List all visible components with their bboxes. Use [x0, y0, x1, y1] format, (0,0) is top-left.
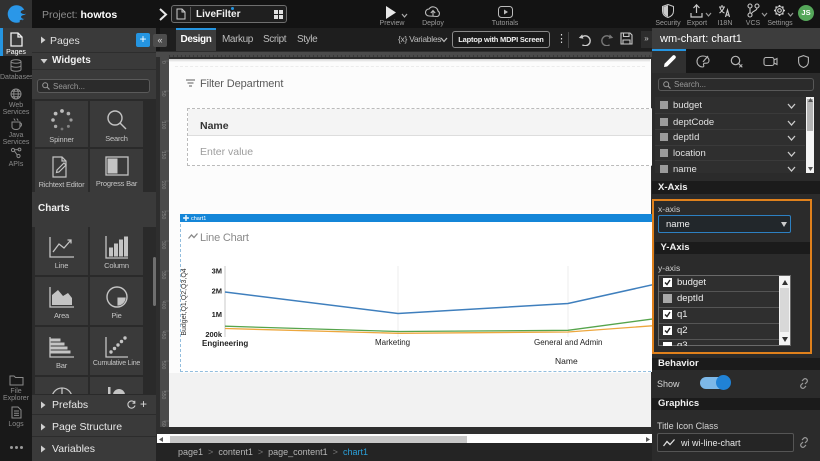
- svg-text:450: 450: [160, 331, 166, 340]
- svg-text:550: 550: [160, 391, 166, 400]
- svg-text:Name: Name: [555, 356, 578, 366]
- svg-text:3M: 3M: [212, 267, 222, 276]
- svg-text:200k: 200k: [205, 330, 223, 339]
- svg-text:Marketing: Marketing: [375, 338, 410, 347]
- svg-text:0: 0: [160, 61, 166, 64]
- svg-text:1M: 1M: [212, 310, 222, 319]
- svg-text:50: 50: [160, 91, 166, 97]
- svg-text:300: 300: [160, 241, 166, 250]
- svg-text:General and Admin: General and Admin: [534, 338, 603, 347]
- svg-text:150: 150: [160, 151, 166, 160]
- svg-text:Engineering: Engineering: [202, 339, 248, 348]
- svg-text:200: 200: [160, 181, 166, 190]
- svg-text:350: 350: [160, 271, 166, 280]
- svg-text:2M: 2M: [212, 287, 222, 296]
- svg-text:600: 600: [160, 421, 166, 427]
- svg-text:100: 100: [160, 121, 166, 130]
- svg-text:500: 500: [160, 361, 166, 370]
- svg-text:250: 250: [160, 211, 166, 220]
- svg-text:Budget,Q1,Q2,Q3,Q4: Budget,Q1,Q2,Q3,Q4: [181, 268, 188, 335]
- svg-text:400: 400: [160, 301, 166, 310]
